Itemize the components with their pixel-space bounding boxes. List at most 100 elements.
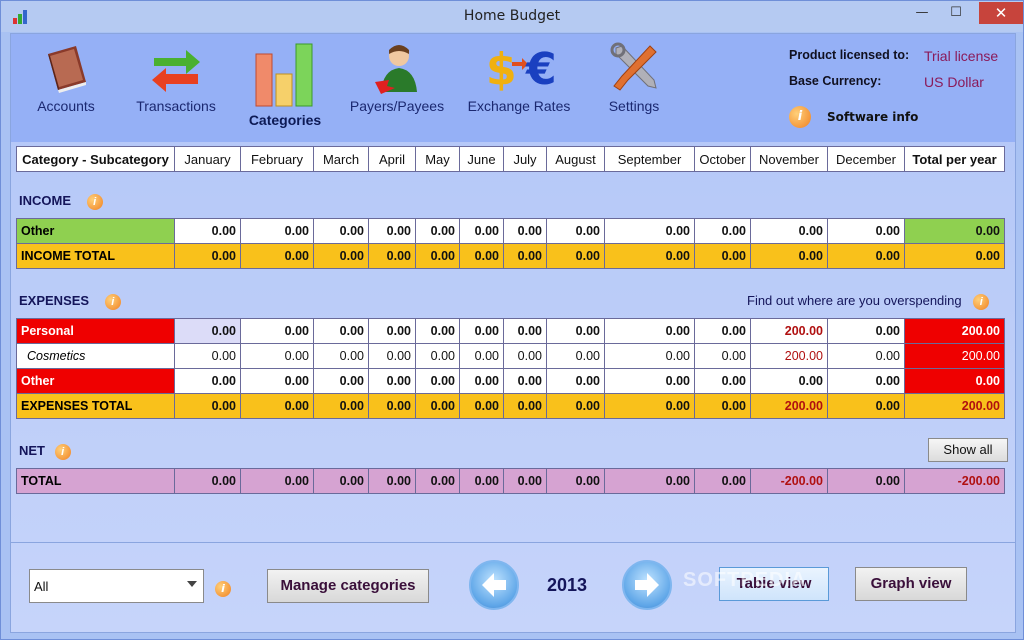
value-cell[interactable]: 0.00 [904, 368, 1005, 394]
value-cell[interactable]: 0.00 [546, 468, 605, 494]
info-icon[interactable]: i [86, 194, 103, 210]
graph-view-button[interactable]: Graph view [855, 567, 967, 601]
column-header-cell[interactable]: August [546, 146, 605, 172]
value-cell[interactable]: 0.00 [174, 218, 241, 244]
info-icon[interactable]: i [215, 581, 231, 597]
value-cell[interactable]: 0.00 [503, 468, 547, 494]
category-filter-select[interactable]: All [29, 569, 204, 603]
table-row[interactable]: TOTAL 0.00 0.00 0.00 0.00 0.00 0.00 0.00 0.00 0.0… [16, 468, 1005, 494]
value-cell[interactable]: 0.00 [546, 243, 605, 269]
value-cell[interactable]: 200.00 [904, 318, 1005, 344]
value-cell[interactable]: 0.00 [459, 318, 504, 344]
currency-value[interactable]: US Dollar [924, 74, 984, 90]
value-cell[interactable]: 0.00 [694, 218, 751, 244]
column-header-cell[interactable]: April [368, 146, 416, 172]
value-cell[interactable]: 0.00 [546, 343, 605, 369]
table-row[interactable]: EXPENSES TOTAL 0.00 0.00 0.00 0.00 0.00 0.00 0.… [16, 393, 1005, 419]
value-cell[interactable]: 200.00 [904, 393, 1005, 419]
row-label[interactable]: TOTAL [16, 468, 175, 494]
value-cell[interactable]: 0.00 [604, 243, 695, 269]
table-row[interactable]: Other 0.00 0.00 0.00 0.00 0.00 0.00 0.00 0.00 0.0… [16, 368, 1005, 394]
row-label[interactable]: Other [16, 218, 175, 244]
value-cell[interactable]: 0.00 [415, 243, 460, 269]
value-cell[interactable]: 0.00 [694, 318, 751, 344]
value-cell[interactable]: 0.00 [313, 218, 369, 244]
value-cell[interactable]: 0.00 [827, 243, 905, 269]
value-cell[interactable]: 0.00 [368, 393, 416, 419]
previous-year-button[interactable] [469, 560, 519, 610]
value-cell[interactable]: 0.00 [694, 468, 751, 494]
column-header-cell[interactable]: January [174, 146, 241, 172]
value-cell[interactable]: 0.00 [503, 318, 547, 344]
value-cell[interactable]: 0.00 [368, 318, 416, 344]
close-button[interactable]: ✕ [979, 2, 1023, 24]
value-cell[interactable]: 200.00 [750, 318, 828, 344]
table-row[interactable]: Personal 0.00 0.00 0.00 0.00 0.00 0.00 0.00 0.00… [16, 318, 1005, 344]
value-cell[interactable]: 0.00 [546, 393, 605, 419]
value-cell[interactable]: 0.00 [368, 468, 416, 494]
value-cell[interactable]: 0.00 [604, 368, 695, 394]
table-row[interactable]: Other 0.00 0.00 0.00 0.00 0.00 0.00 0.00 0.00 0.0… [16, 218, 1005, 244]
value-cell[interactable]: 0.00 [827, 343, 905, 369]
column-header-cell[interactable]: November [750, 146, 828, 172]
value-cell[interactable]: 0.00 [694, 368, 751, 394]
value-cell[interactable]: 0.00 [459, 343, 504, 369]
column-header-cell[interactable]: May [415, 146, 460, 172]
value-cell[interactable]: 0.00 [904, 243, 1005, 269]
software-info-link[interactable]: i Software info [789, 106, 918, 128]
toolbar-exchange-rates[interactable]: $ € Exchange Rates [467, 40, 571, 114]
table-row[interactable]: INCOME TOTAL 0.00 0.00 0.00 0.00 0.00 0.00 0.00… [16, 243, 1005, 269]
value-cell[interactable]: 0.00 [415, 318, 460, 344]
column-header-cell[interactable]: October [694, 146, 751, 172]
value-cell[interactable]: 0.00 [827, 218, 905, 244]
value-cell[interactable]: 0.00 [503, 393, 547, 419]
value-cell[interactable]: 0.00 [174, 393, 241, 419]
row-label[interactable]: EXPENSES TOTAL [16, 393, 175, 419]
value-cell[interactable]: 0.00 [313, 243, 369, 269]
value-cell[interactable]: 0.00 [240, 468, 314, 494]
table-row[interactable]: Cosmetics 0.00 0.00 0.00 0.00 0.00 0.00 0.00 0.0… [16, 343, 1005, 369]
value-cell[interactable]: 0.00 [503, 243, 547, 269]
value-cell[interactable]: -200.00 [904, 468, 1005, 494]
value-cell[interactable]: 0.00 [459, 368, 504, 394]
value-cell[interactable]: 0.00 [240, 318, 314, 344]
column-header-cell[interactable]: December [827, 146, 905, 172]
row-label[interactable]: Other [16, 368, 175, 394]
value-cell[interactable]: 0.00 [368, 343, 416, 369]
value-cell[interactable]: 0.00 [240, 368, 314, 394]
title-bar[interactable]: Home Budget — ☐ ✕ [1, 1, 1023, 32]
value-cell[interactable]: 0.00 [368, 218, 416, 244]
info-icon[interactable]: i [54, 444, 71, 460]
value-cell[interactable]: 0.00 [240, 393, 314, 419]
value-cell[interactable]: 0.00 [604, 343, 695, 369]
value-cell[interactable]: 0.00 [459, 468, 504, 494]
value-cell[interactable]: 0.00 [240, 218, 314, 244]
value-cell[interactable]: 0.00 [174, 343, 241, 369]
value-cell[interactable]: 0.00 [827, 393, 905, 419]
value-cell[interactable]: 200.00 [750, 393, 828, 419]
show-all-button[interactable]: Show all [928, 438, 1008, 462]
value-cell[interactable]: 0.00 [368, 368, 416, 394]
next-year-button[interactable] [622, 560, 672, 610]
minimize-button[interactable]: — [907, 2, 937, 24]
row-label[interactable]: INCOME TOTAL [16, 243, 175, 269]
value-cell[interactable]: 0.00 [415, 393, 460, 419]
value-cell[interactable]: 0.00 [546, 368, 605, 394]
value-cell[interactable]: 0.00 [240, 343, 314, 369]
toolbar-transactions[interactable]: Transactions [131, 40, 221, 114]
value-cell[interactable]: 0.00 [503, 368, 547, 394]
value-cell[interactable]: 0.00 [750, 218, 828, 244]
column-header-cell[interactable]: June [459, 146, 504, 172]
value-cell[interactable]: 0.00 [459, 243, 504, 269]
value-cell[interactable]: 0.00 [503, 343, 547, 369]
value-cell[interactable]: 0.00 [750, 243, 828, 269]
value-cell[interactable]: 0.00 [694, 393, 751, 419]
toolbar-accounts[interactable]: Accounts [31, 40, 101, 114]
value-cell[interactable]: 0.00 [415, 343, 460, 369]
column-header-cell[interactable]: Total per year [904, 146, 1005, 172]
value-cell[interactable]: 0.00 [604, 218, 695, 244]
value-cell[interactable]: 0.00 [313, 343, 369, 369]
column-header-cell[interactable]: Category - Subcategory [16, 146, 175, 172]
column-header-cell[interactable]: February [240, 146, 314, 172]
value-cell[interactable]: 0.00 [313, 468, 369, 494]
